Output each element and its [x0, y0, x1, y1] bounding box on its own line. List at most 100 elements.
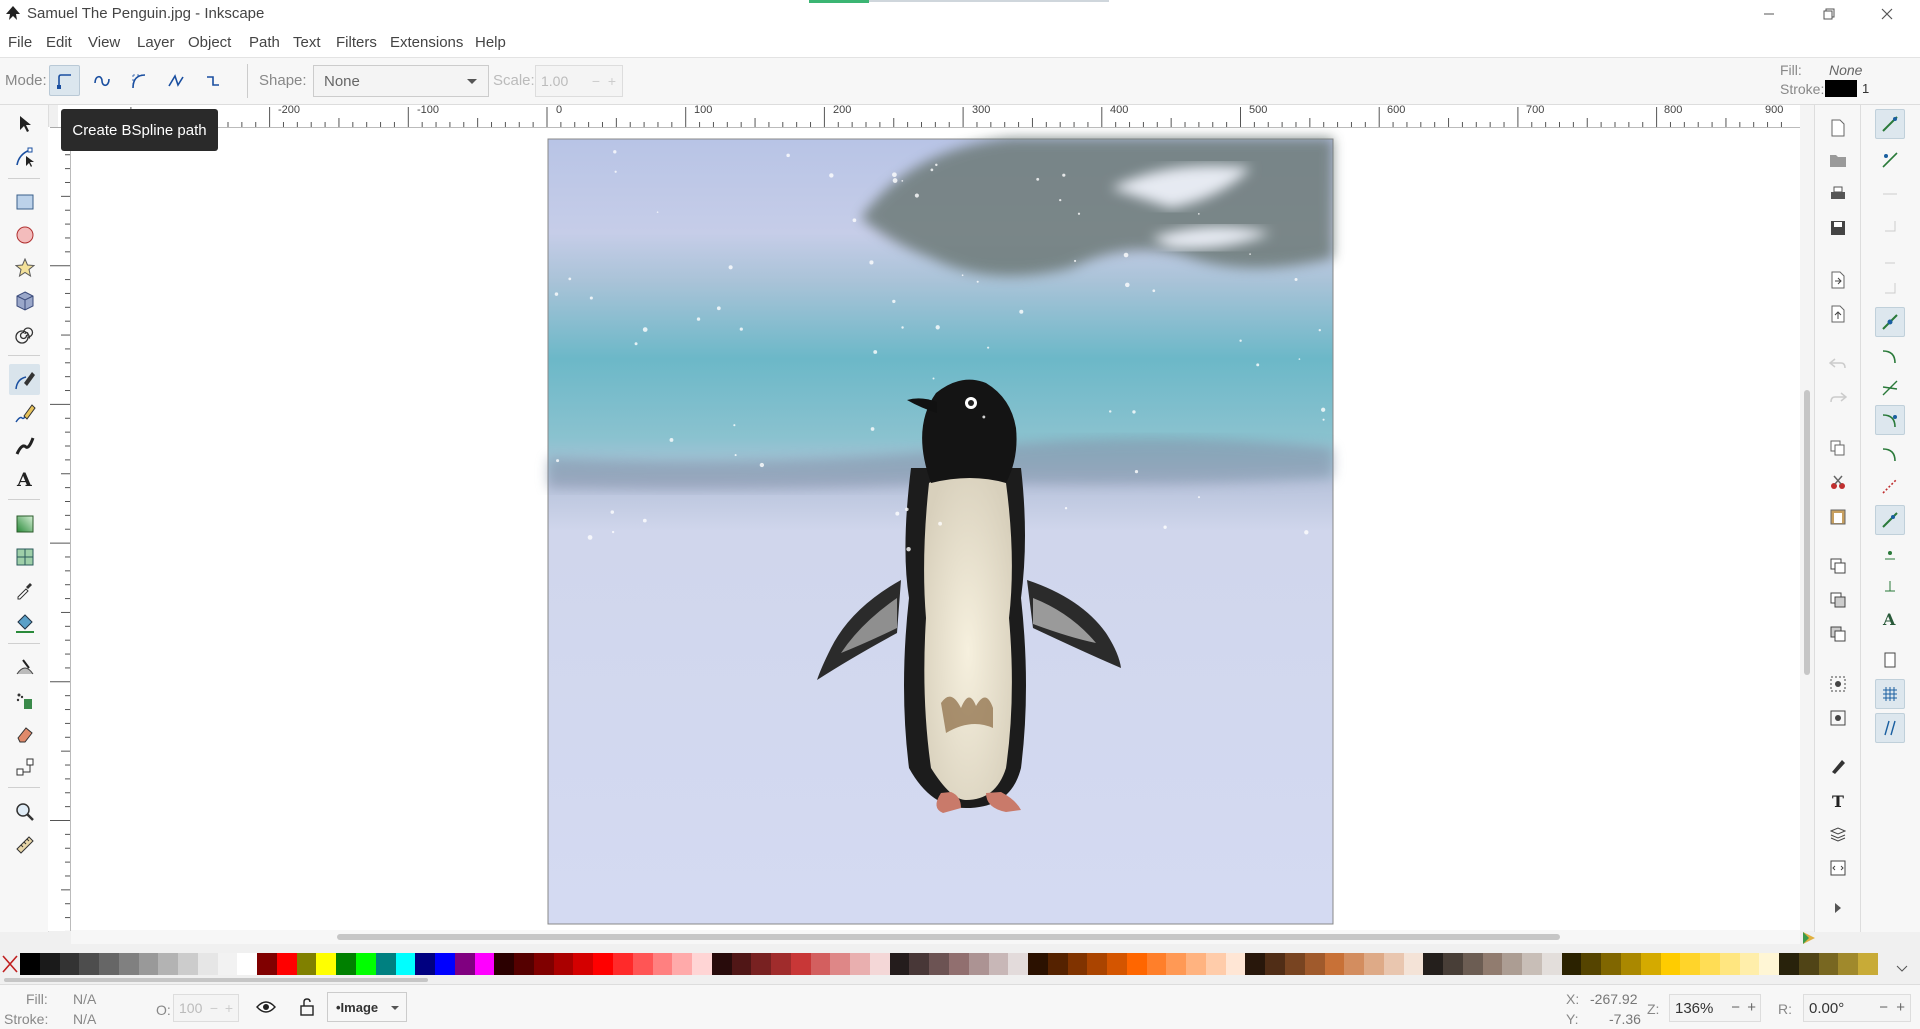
color-swatch[interactable] — [1621, 953, 1641, 975]
stroke-color-swatch[interactable] — [1825, 80, 1857, 97]
color-swatch[interactable] — [395, 953, 416, 975]
snap-object-midpoint-toggle[interactable] — [1875, 539, 1905, 569]
color-swatch[interactable] — [830, 953, 851, 975]
color-swatch[interactable] — [850, 953, 870, 975]
color-swatch[interactable] — [948, 953, 969, 975]
color-swatch[interactable] — [1522, 953, 1542, 975]
color-swatch[interactable] — [1482, 953, 1503, 975]
layers-button[interactable] — [1825, 821, 1851, 847]
color-swatch[interactable] — [612, 953, 633, 975]
color-swatch[interactable] — [1383, 953, 1404, 975]
color-swatch[interactable] — [1798, 953, 1819, 975]
color-swatch[interactable] — [1700, 953, 1720, 975]
color-swatch[interactable] — [1364, 953, 1384, 975]
color-swatch[interactable] — [316, 953, 337, 975]
snap-bbox-corner-toggle[interactable] — [1875, 211, 1905, 241]
color-swatch[interactable] — [731, 953, 752, 975]
snap-others-toggle[interactable] — [1875, 505, 1905, 535]
selector-tool[interactable] — [9, 108, 40, 139]
color-swatch[interactable] — [375, 953, 396, 975]
redo-button[interactable] — [1825, 385, 1851, 411]
color-swatch[interactable] — [1265, 953, 1285, 975]
menu-file[interactable]: File — [8, 34, 32, 51]
zoom-tool[interactable] — [9, 796, 40, 827]
snap-rotation-center-toggle[interactable] — [1875, 571, 1905, 601]
scale-input[interactable]: 1.00 − + — [535, 65, 623, 97]
current-layer-dropdown[interactable]: •Image — [327, 992, 407, 1022]
new-document-button[interactable] — [1825, 115, 1851, 141]
color-swatch[interactable] — [1541, 953, 1562, 975]
color-swatch[interactable] — [158, 953, 179, 975]
snap-grid-toggle[interactable] — [1875, 679, 1905, 709]
snap-enable-toggle[interactable] — [1875, 109, 1905, 139]
color-swatch[interactable] — [1067, 953, 1088, 975]
color-swatch[interactable] — [573, 953, 594, 975]
import-button[interactable] — [1825, 267, 1851, 293]
color-swatch[interactable] — [1858, 953, 1878, 975]
toggle-layer-visibility-button[interactable] — [256, 999, 278, 1017]
copy-button[interactable] — [1825, 435, 1851, 461]
export-button[interactable] — [1825, 301, 1851, 327]
snap-intersections-toggle[interactable] — [1875, 373, 1905, 403]
snap-nodes-toggle[interactable] — [1875, 307, 1905, 337]
toggle-layer-lock-button[interactable] — [300, 998, 316, 1016]
gradient-tool[interactable] — [9, 508, 40, 539]
color-swatch[interactable] — [1719, 953, 1740, 975]
menu-layer[interactable]: Layer — [137, 34, 175, 51]
menu-text[interactable]: Text — [293, 34, 321, 51]
duplicate-button[interactable] — [1825, 553, 1851, 579]
color-swatch[interactable] — [138, 953, 159, 975]
undo-button[interactable] — [1825, 351, 1851, 377]
3d-box-tool[interactable] — [9, 285, 40, 316]
color-swatch[interactable] — [1107, 953, 1127, 975]
color-swatch[interactable] — [1502, 953, 1523, 975]
rectangle-tool[interactable] — [9, 186, 40, 217]
color-swatch[interactable] — [1660, 953, 1681, 975]
color-swatch[interactable] — [178, 953, 198, 975]
menu-edit[interactable]: Edit — [46, 34, 72, 51]
color-swatch[interactable] — [869, 953, 890, 975]
opacity-input[interactable]: 100 − + — [173, 994, 239, 1022]
color-swatch[interactable] — [751, 953, 772, 975]
color-swatch[interactable] — [672, 953, 693, 975]
horizontal-ruler[interactable]: -200 -100 0 100 200 300 400 500 600 700 … — [58, 105, 1800, 128]
color-swatch[interactable] — [435, 953, 455, 975]
palette-scroll-thumb[interactable] — [4, 978, 428, 982]
color-swatch[interactable] — [1581, 953, 1602, 975]
calligraphy-tool[interactable] — [9, 430, 40, 461]
color-swatch[interactable] — [929, 953, 949, 975]
palette-scroll-track[interactable] — [0, 977, 1920, 984]
unlink-clone-button[interactable] — [1825, 621, 1851, 647]
color-swatch[interactable] — [1047, 953, 1068, 975]
color-swatch[interactable] — [1225, 953, 1246, 975]
color-swatch[interactable] — [1423, 953, 1444, 975]
spiral-tool[interactable] — [9, 318, 40, 349]
ungroup-button[interactable] — [1825, 705, 1851, 731]
drawing-canvas[interactable] — [71, 128, 1800, 930]
color-swatch[interactable] — [652, 953, 673, 975]
color-swatch[interactable] — [1344, 953, 1365, 975]
menu-filters[interactable]: Filters — [336, 34, 377, 51]
vertical-scrollbar[interactable] — [1800, 105, 1814, 931]
menu-path[interactable]: Path — [249, 34, 280, 51]
no-paint-swatch[interactable] — [0, 953, 20, 975]
clone-button[interactable] — [1825, 587, 1851, 613]
color-swatch[interactable] — [1640, 953, 1661, 975]
open-button[interactable] — [1825, 147, 1851, 173]
snap-bbox-toggle[interactable] — [1875, 145, 1905, 175]
color-managed-toggle[interactable] — [1802, 931, 1816, 945]
color-swatch[interactable] — [494, 953, 515, 975]
horizontal-scroll-thumb[interactable] — [337, 934, 1560, 940]
snap-line-midpoints-toggle[interactable] — [1875, 471, 1905, 501]
eraser-tool[interactable] — [9, 718, 40, 749]
bezier-pen-tool[interactable] — [9, 364, 40, 395]
vertical-ruler[interactable] — [48, 127, 71, 931]
tweak-tool[interactable] — [9, 652, 40, 683]
color-swatch[interactable] — [1186, 953, 1206, 975]
color-swatch[interactable] — [632, 953, 653, 975]
color-swatch[interactable] — [711, 953, 732, 975]
mesh-tool[interactable] — [9, 541, 40, 572]
color-swatch[interactable] — [1680, 953, 1701, 975]
ellipse-tool[interactable] — [9, 219, 40, 250]
color-swatch[interactable] — [533, 953, 554, 975]
